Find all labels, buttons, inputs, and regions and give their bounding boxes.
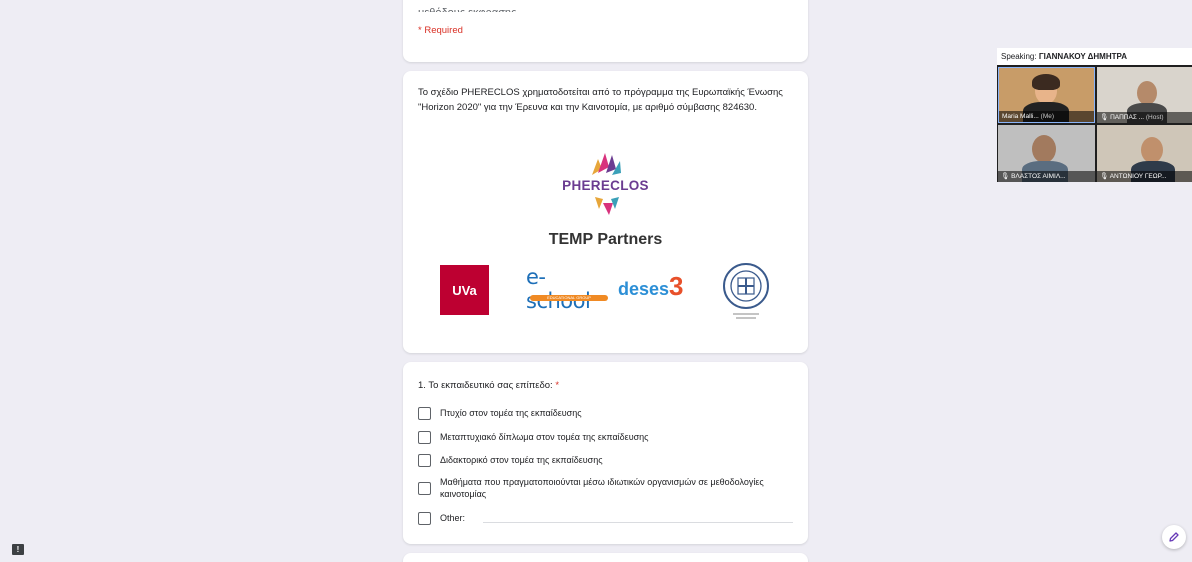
partners-logo-image: PHERECLOS TEMP Partners UVa e-school EDU… [403, 71, 808, 353]
required-note: * Required [418, 25, 463, 36]
video-tile-host[interactable]: 🎙 ΠΑΠΠΑΣ ... (Host) [1097, 67, 1192, 123]
participant-name: ΑΝΤΩΝΙΟΥ ΓΕΩΡ... [1109, 173, 1167, 180]
option-label: Πτυχίο στον τομέα της εκπαίδευσης [440, 408, 582, 418]
participant-tag: (Host) [1145, 114, 1164, 121]
participant-tag: (Me) [1040, 113, 1055, 120]
option-other[interactable]: Other: [418, 512, 790, 525]
video-tile-participant-3[interactable]: 🎙 ΒΛΑΣΤΟΣ ΑΙΜΙΛ... [998, 125, 1095, 182]
video-tile-participant-4[interactable]: 🎙 ΑΝΤΩΝΙΟΥ ΓΕΩΡ... [1097, 125, 1192, 182]
participant-label: 🎙 ΠΑΠΠΑΣ ... (Host) [1097, 112, 1192, 123]
question-card: 1. Το εκπαιδευτικό σας επίπεδο: * Πτυχίο… [403, 362, 808, 544]
video-tile-me[interactable]: Maria Malli... (Me) [998, 67, 1095, 123]
info-card: Το σχέδιο PHERECLOS χρηματοδοτείται από … [403, 71, 808, 353]
checkbox[interactable] [418, 482, 431, 495]
phereclos-kite-icon [595, 197, 619, 215]
participant-label: 🎙 ΑΝΤΩΝΙΟΥ ΓΕΩΡ... [1097, 171, 1192, 182]
question-title: 1. Το εκπαιδευτικό σας επίπεδο: * [418, 380, 559, 391]
participant-face [1032, 135, 1056, 163]
deses-logo-text: deses [618, 279, 670, 299]
checkbox[interactable] [418, 454, 431, 467]
option-label: Διδακτορικό στον τομέα της εκπαίδευσης [440, 455, 603, 465]
option-masters[interactable]: Μεταπτυχιακό δίπλωμα στον τομέα της εκπα… [418, 431, 790, 444]
speaking-prefix: Speaking: [1001, 52, 1037, 61]
participant-face [1137, 81, 1157, 105]
feedback-icon[interactable]: ! [12, 544, 24, 555]
option-label: Μεταπτυχιακό δίπλωμα στον τομέα της εκπα… [440, 432, 649, 442]
deses-logo-number: 3 [669, 271, 684, 301]
eschool-logo-text: e-school [526, 265, 591, 313]
option-degree[interactable]: Πτυχίο στον τομέα της εκπαίδευσης [418, 407, 790, 420]
option-doctorate[interactable]: Διδακτορικό στον τομέα της εκπαίδευσης [418, 454, 790, 467]
checkbox[interactable] [418, 431, 431, 444]
participant-label: Maria Malli... (Me) [999, 111, 1094, 122]
pencil-icon [1169, 532, 1179, 542]
phereclos-logo-text: PHERECLOS [562, 178, 649, 193]
participant-face [1141, 137, 1163, 163]
mic-icon: 🎙 [1001, 173, 1010, 180]
participant-label: 🎙 ΒΛΑΣΤΟΣ ΑΙΜΙΛ... [998, 171, 1095, 182]
description-text: μεθόδους εκφρασης. [418, 4, 798, 12]
uva-logo-text: UVa [452, 282, 477, 298]
option-private-courses[interactable]: Μαθήματα που πραγματοποιούνται μέσω ιδιω… [418, 476, 795, 500]
phereclos-crown-icon [592, 153, 621, 175]
greek-ministry-seal-icon [723, 263, 769, 319]
participant-name: ΠΑΠΠΑΣ ... [1110, 114, 1145, 121]
speaking-name: ΓΙΑΝΝΑΚΟΥ ΔΗΜΗΤΡΑ [1038, 52, 1128, 61]
mic-icon: 🎙 [1100, 173, 1109, 180]
checkbox[interactable] [418, 407, 431, 420]
form-header-card: μεθόδους εκφρασης. * Required [403, 0, 808, 62]
option-label: Μαθήματα που πραγματοποιούνται μέσω ιδιω… [440, 477, 764, 499]
temp-partners-heading: TEMP Partners [548, 231, 663, 248]
required-star: * [555, 380, 560, 391]
other-text-input[interactable] [483, 522, 793, 523]
eschool-logo-subtext: EDUCATIONAL GROUP [530, 295, 608, 301]
mic-icon: 🎙 [1100, 114, 1109, 121]
next-question-card [403, 553, 808, 562]
checkbox[interactable] [418, 512, 431, 525]
uva-logo: UVa [440, 265, 489, 315]
participant-hair [1032, 74, 1060, 90]
video-call-panel[interactable]: Speaking: ΓΙΑΝΝΑΚΟΥ ΔΗΜΗΤΡΑ Maria Malli.… [997, 48, 1192, 182]
page: μεθόδους εκφρασης. * Required Το σχέδιο … [0, 0, 1192, 562]
participant-name: Maria Malli... [1002, 113, 1039, 120]
eschool-logo: e-school EDUCATIONAL GROUP [518, 265, 608, 313]
deses-logo: deses3 [618, 271, 684, 302]
speaking-indicator: Speaking: ΓΙΑΝΝΑΚΟΥ ΔΗΜΗΤΡΑ [997, 48, 1192, 65]
edit-button[interactable] [1162, 525, 1186, 549]
participant-name: ΒΛΑΣΤΟΣ ΑΙΜΙΛ... [1011, 173, 1066, 180]
question-title-text: 1. Το εκπαιδευτικό σας επίπεδο: [418, 380, 553, 391]
